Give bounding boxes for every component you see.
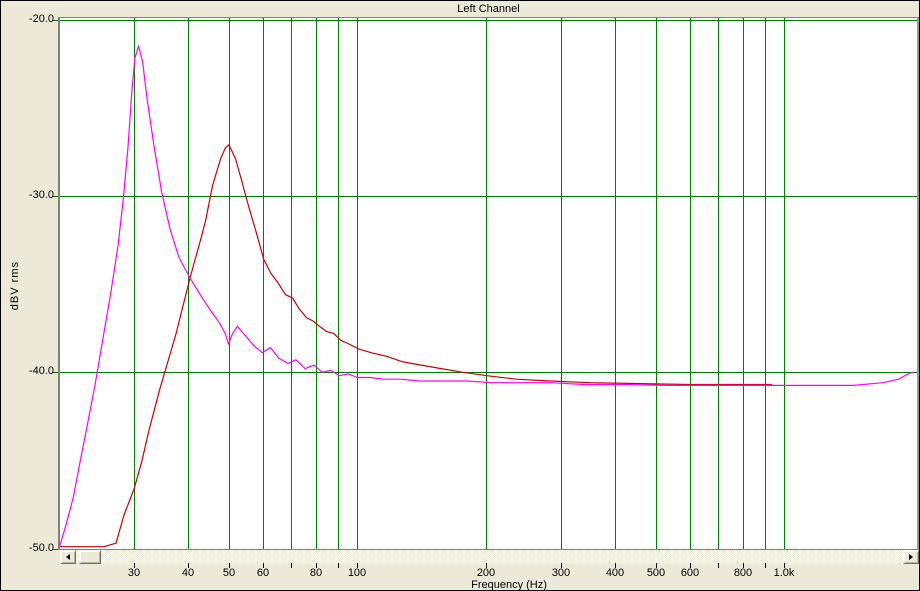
scrollbar-left-button[interactable] <box>60 550 76 564</box>
x-tick-label-60: 60 <box>256 567 270 579</box>
scrollbar-right-arrow-icon <box>909 554 913 560</box>
x-tick-mark-70 <box>291 563 292 568</box>
y-tick-label--30: -30.0 <box>28 189 54 201</box>
x-tick-label-400: 400 <box>605 567 625 579</box>
plot-area[interactable] <box>58 18 919 550</box>
x-tick-label-30: 30 <box>127 567 141 579</box>
red-trace <box>60 144 772 548</box>
scrollbar-left-arrow-icon <box>66 554 70 560</box>
x-tick-label-1.0k: 1.0k <box>773 567 795 579</box>
x-tick-label-600: 600 <box>680 567 700 579</box>
y-tick-label--40: -40.0 <box>28 365 54 377</box>
x-tick-label-200: 200 <box>476 567 496 579</box>
scrollbar-right-button[interactable] <box>903 550 919 564</box>
x-tick-label-80: 80 <box>309 567 323 579</box>
x-tick-label-300: 300 <box>551 567 571 579</box>
x-tick-label-800: 800 <box>733 567 753 579</box>
x-tick-mark-700 <box>718 563 719 568</box>
x-tick-label-100: 100 <box>347 567 367 579</box>
y-axis-label: dBV rms <box>9 261 21 311</box>
plot-canvas <box>60 18 917 549</box>
x-tick-label-40: 40 <box>181 567 195 579</box>
frequency-scrollbar-track[interactable] <box>60 550 919 564</box>
x-axis-label: Frequency (Hz) <box>471 579 547 591</box>
chart-title: Left Channel <box>457 3 520 15</box>
y-tick-label--50: -50.0 <box>28 542 54 554</box>
y-tick-label--20: -20.0 <box>28 13 54 25</box>
scrollbar-thumb[interactable] <box>79 550 101 564</box>
rta-window: Left Channel dBV rms -20.0 -30.0 -40.0 -50.… <box>0 0 920 591</box>
